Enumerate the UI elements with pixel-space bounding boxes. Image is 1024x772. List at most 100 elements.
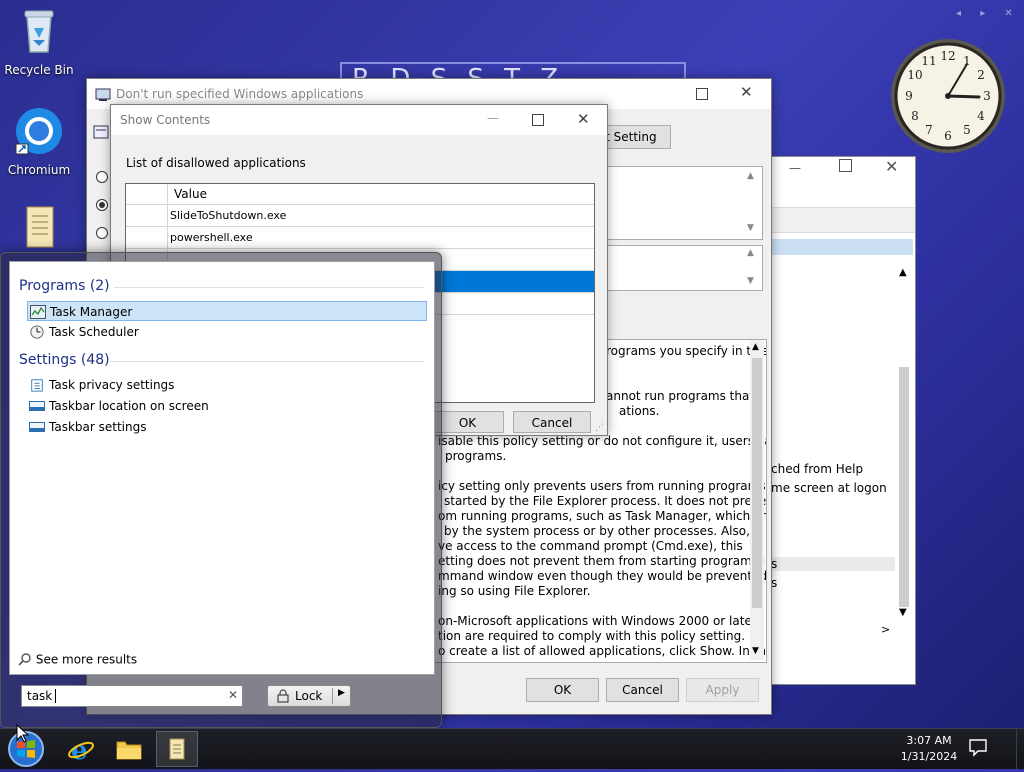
desktop-icon-recycle-bin[interactable]: Recycle Bin [2, 6, 76, 77]
clear-search-icon[interactable]: ✕ [228, 688, 238, 702]
scrollbar-up-icon[interactable]: ▲ [752, 342, 759, 352]
svg-text:2: 2 [977, 68, 985, 82]
clock-time: 3:07 AM [906, 734, 952, 747]
row-value[interactable]: SlideToShutdown.exe [170, 205, 286, 226]
row-value[interactable]: powershell.exe [170, 227, 253, 248]
notification-center-button[interactable] [968, 737, 992, 761]
search-result-task-manager[interactable]: Task Manager [27, 301, 427, 321]
minimize-button[interactable]: — [789, 161, 801, 175]
close-button[interactable]: ✕ [885, 157, 898, 176]
help-line: started by the File Explorer process. It… [444, 494, 767, 508]
maximize-button[interactable] [532, 114, 544, 126]
internet-explorer-icon: e [68, 736, 94, 763]
clock-date: 1/31/2024 [900, 750, 958, 763]
desktop-icon-label: Chromium [7, 163, 71, 177]
scrollbar-thumb[interactable] [752, 358, 762, 608]
settings-icon [93, 125, 109, 139]
search-result-taskbar-location[interactable]: Taskbar location on screen [27, 396, 427, 416]
back-window-selected-strip [771, 239, 913, 255]
recycle-bin-icon [24, 10, 54, 53]
not-configured-radio[interactable] [96, 171, 108, 183]
show-contents-titlebar: Show Contents — ✕ [111, 105, 607, 135]
taskbar-icon [29, 422, 45, 432]
lock-icon [277, 689, 289, 703]
maximize-button[interactable] [839, 159, 852, 172]
programs-header: Programs (2) [19, 278, 110, 294]
gadget-controls[interactable]: ◂ ▸ ✕ [956, 8, 1021, 19]
scrollbar-down-icon[interactable]: ▼ [747, 276, 754, 286]
scrollbar-down-icon[interactable]: ▼ [747, 223, 754, 233]
back-window-item[interactable]: me screen at logon [771, 481, 887, 495]
result-label: Taskbar location on screen [49, 399, 209, 413]
comment-box[interactable]: ▲ ▼ [603, 166, 763, 240]
back-window: — ✕ ▲ ▼ ched from Help me screen at logo… [770, 156, 916, 685]
disabled-radio[interactable] [96, 227, 108, 239]
back-window-item[interactable]: s [771, 557, 895, 571]
taskbar-ie-button[interactable]: e [60, 731, 102, 767]
help-line: o create a list of allowed applications,… [438, 644, 767, 658]
help-line: isable this policy setting or do not con… [438, 434, 767, 448]
see-more-label: See more results [35, 652, 138, 667]
taskbar-explorer-button[interactable] [108, 731, 150, 767]
cancel-button[interactable]: Cancel [513, 411, 591, 433]
help-line: ve access to the command prompt (Cmd.exe… [438, 539, 743, 553]
lock-menu-divider [332, 688, 333, 704]
clock-face-icon: 12 12 345 678 91011 [891, 39, 1005, 153]
lock-button[interactable]: Lock ▶ [267, 685, 351, 707]
resize-grip-icon[interactable]: ⋰ [595, 423, 604, 433]
scroll-icon [169, 738, 185, 760]
svg-text:8: 8 [911, 109, 919, 123]
desktop-icon-script[interactable] [2, 204, 76, 255]
lock-label: Lock [295, 689, 323, 703]
taskbar-script-button[interactable] [156, 731, 198, 767]
apply-button[interactable]: Apply [686, 678, 759, 702]
minimize-button[interactable]: — [487, 111, 499, 125]
enabled-radio[interactable] [96, 199, 108, 211]
close-button[interactable]: ✕ [740, 83, 753, 101]
result-label: Task privacy settings [49, 378, 175, 392]
help-line: programs. [445, 449, 507, 463]
search-input[interactable]: task [27, 689, 52, 703]
back-window-scrollbar[interactable] [899, 367, 909, 607]
help-scrollbar[interactable]: ▲ ▼ [750, 340, 764, 660]
scrollbar-up-icon[interactable]: ▲ [899, 267, 907, 278]
scrollbar-down-icon[interactable]: ▼ [752, 646, 759, 656]
header-spacer [126, 184, 168, 205]
search-result-task-scheduler[interactable]: Task Scheduler [27, 322, 427, 342]
scroll-icon [26, 206, 54, 248]
close-button[interactable]: ✕ [577, 110, 590, 128]
show-desktop-button[interactable] [1016, 729, 1024, 769]
search-box[interactable]: task ✕ [21, 685, 243, 707]
search-result-taskbar-settings[interactable]: Taskbar settings [27, 417, 427, 437]
start-menu-results: Programs (2) Task Manager Task Scheduler… [9, 261, 435, 675]
scroll-right-icon[interactable]: > [881, 623, 890, 636]
help-line: annot run programs that [606, 389, 755, 403]
help-line: ing so using File Explorer. [438, 584, 591, 598]
scrollbar-up-icon[interactable]: ▲ [747, 248, 754, 258]
policy-window-title: Don't run specified Windows applications [116, 87, 364, 101]
task-scheduler-icon [30, 325, 44, 339]
table-row[interactable]: SlideToShutdown.exe [126, 205, 594, 227]
cancel-button[interactable]: Cancel [606, 678, 679, 702]
lock-options-arrow-icon[interactable]: ▶ [338, 688, 345, 698]
column-header-value[interactable]: Value [174, 184, 207, 205]
back-window-item[interactable]: ched from Help [771, 462, 863, 476]
svg-text:5: 5 [963, 123, 971, 137]
svg-text:7: 7 [925, 123, 933, 137]
table-row[interactable]: powershell.exe [126, 227, 594, 249]
see-more-results-link[interactable]: See more results [18, 652, 137, 667]
scrollbar-up-icon[interactable]: ▲ [747, 171, 754, 181]
supported-box: ▲ ▼ [603, 245, 763, 291]
ok-button[interactable]: OK [526, 678, 599, 702]
search-result-task-privacy[interactable]: Task privacy settings [27, 375, 427, 395]
help-line: icy setting only prevents users from run… [438, 479, 766, 493]
back-window-toolbar [771, 207, 915, 233]
desktop-icon-chromium[interactable]: Chromium [2, 106, 76, 177]
scrollbar-down-icon[interactable]: ▼ [899, 607, 907, 618]
maximize-button[interactable] [696, 88, 708, 100]
taskbar-clock[interactable]: 3:07 AM 1/31/2024 [884, 733, 974, 765]
svg-text:11: 11 [921, 54, 936, 68]
desktop-icon-label: Recycle Bin [4, 63, 74, 77]
taskbar-icon [29, 401, 45, 411]
help-line: etting does not prevent them from starti… [438, 554, 767, 568]
